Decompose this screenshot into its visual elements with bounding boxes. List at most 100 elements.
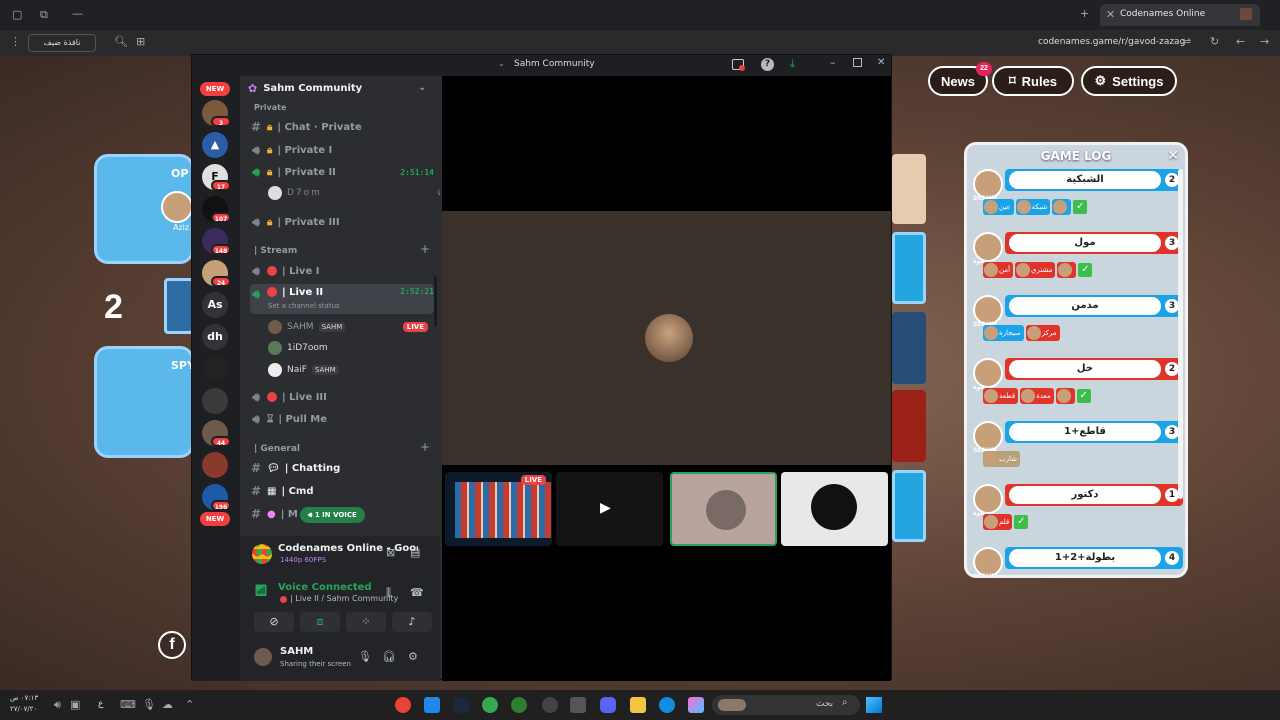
channel-chatting[interactable]: # 💬︎ | Chatting: [250, 458, 434, 478]
reload-icon[interactable]: ↻: [1210, 35, 1219, 48]
discord-taskbar-icon[interactable]: [600, 697, 616, 713]
file-explorer-icon[interactable]: [630, 697, 646, 713]
language-indicator[interactable]: ع: [98, 699, 103, 709]
settings-button[interactable]: ⚙ Settings: [1081, 66, 1177, 96]
restore-icon[interactable]: ⧉: [40, 8, 48, 22]
inbox-icon[interactable]: [732, 59, 745, 71]
category-general[interactable]: | General: [254, 444, 300, 454]
close-tab-icon[interactable]: ✕: [1106, 8, 1115, 21]
word-card-blue-2[interactable]: [892, 470, 926, 542]
browser-tab[interactable]: ✕ Codenames Online: [1100, 4, 1260, 26]
guest-window-button[interactable]: نافذة ضيف: [28, 34, 96, 52]
zoom-icon[interactable]: 🔍︎: [114, 35, 128, 48]
disconnect-icon[interactable]: ☎︎: [410, 586, 424, 599]
stop-stream-icon[interactable]: ⊠: [386, 546, 395, 559]
channel-status[interactable]: Set a channel status: [268, 302, 340, 310]
windows-start-icon[interactable]: [866, 697, 882, 713]
store-icon[interactable]: [570, 697, 586, 713]
server-menu-chevron-icon[interactable]: ⌄: [418, 82, 426, 93]
minimize-icon[interactable]: —: [72, 7, 83, 20]
edge-icon[interactable]: [659, 697, 675, 713]
stream-settings-icon[interactable]: ▤: [410, 546, 420, 559]
app-taskbar-icon-1[interactable]: [424, 697, 440, 713]
taskbar-search[interactable]: بحث ⌕: [712, 695, 860, 715]
channel-chat-private[interactable]: # 🔒︎ | Chat · Private: [250, 117, 434, 137]
chrome-taskbar-icon-2[interactable]: [482, 697, 498, 713]
tray-chevron-icon[interactable]: ⌃: [185, 698, 194, 711]
server-icon-dh[interactable]: dh: [202, 324, 228, 350]
user-tile[interactable]: [781, 472, 888, 546]
channel-cmd[interactable]: # ▦ | Cmd: [250, 481, 434, 501]
install-app-icon[interactable]: ⊞: [136, 35, 145, 48]
game-log-scrollbar[interactable]: [1178, 169, 1183, 499]
server-icon-8[interactable]: [202, 388, 228, 414]
user-settings-gear-icon[interactable]: ⚙: [408, 650, 418, 663]
in-voice-pill[interactable]: 🔊︎ 1 IN VOICE: [300, 507, 365, 523]
word-card-partial[interactable]: [164, 278, 194, 334]
close-icon[interactable]: ✕: [1167, 145, 1179, 167]
user-tile-speaking[interactable]: [670, 472, 777, 546]
settings-taskbar-icon[interactable]: [542, 697, 558, 713]
stream-tile[interactable]: LIVE: [445, 472, 552, 546]
avatar[interactable]: [254, 648, 272, 666]
server-icon-as[interactable]: As: [202, 292, 228, 318]
clock-time[interactable]: ٠٧:١٣ ص: [10, 694, 38, 702]
channel-live-3[interactable]: 🔊︎ | Live III: [250, 387, 434, 407]
add-channel-icon[interactable]: +: [420, 242, 430, 256]
news-button[interactable]: News 22: [928, 62, 992, 96]
voice-user-1id7oom[interactable]: 1iD7oom: [268, 339, 328, 357]
channel-scrollbar[interactable]: [434, 276, 437, 326]
activities-button[interactable]: ⁘: [346, 612, 386, 632]
close-window-icon[interactable]: ✕: [877, 57, 885, 68]
camera-off-button[interactable]: ⊘: [254, 612, 294, 632]
channel-private-3[interactable]: 🔊︎ 🔒︎ | Private III: [250, 212, 434, 232]
channel-private-2[interactable]: 🔊︎ 🔒︎ | Private II 2:51:14: [250, 162, 434, 182]
category-private[interactable]: Private: [254, 103, 286, 112]
copilot-icon[interactable]: [688, 697, 704, 713]
main-video[interactable]: [442, 211, 891, 465]
word-card-beige[interactable]: [892, 154, 926, 224]
window-menu-icon[interactable]: ▢: [12, 8, 22, 21]
rules-button[interactable]: ⌑ Rules: [992, 66, 1074, 96]
channel-live-1[interactable]: 🔊︎ | Live I: [250, 261, 434, 281]
spymaster-card[interactable]: SPY: [94, 346, 195, 458]
url-text[interactable]: codenames.game/r/gavod-zazag: [1038, 37, 1185, 47]
user-name[interactable]: SAHM: [280, 646, 313, 657]
cloud-icon[interactable]: ☁︎: [162, 698, 173, 711]
menu-dots-icon[interactable]: ⋮: [10, 35, 21, 48]
volume-icon[interactable]: 🔊︎: [54, 698, 61, 712]
channel-private-1[interactable]: 🔊︎ 🔒︎ | Private I: [250, 140, 434, 160]
word-card-red-1[interactable]: [892, 390, 926, 462]
mic-tray-icon[interactable]: 🎙︎: [142, 698, 156, 711]
category-stream[interactable]: | Stream: [254, 246, 297, 256]
clock-date[interactable]: ٢٧/٠٧/٢٠: [10, 705, 37, 713]
maximize-window-icon[interactable]: [853, 58, 862, 67]
operative-card-top[interactable]: OP Aziz: [94, 154, 194, 264]
word-card-dark-1[interactable]: [892, 312, 926, 384]
network-icon[interactable]: ▣: [70, 698, 80, 711]
server-icon-7[interactable]: [202, 356, 228, 382]
soundboard-button[interactable]: ♪: [392, 612, 432, 632]
chrome-taskbar-icon[interactable]: [395, 697, 411, 713]
back-icon[interactable]: ←: [1236, 35, 1245, 48]
voice-user-d7om[interactable]: D7om⊘: [268, 184, 440, 202]
share-screen-button[interactable]: ⧈: [300, 612, 340, 632]
chevron-down-icon[interactable]: ⌄: [498, 59, 505, 68]
facebook-icon[interactable]: f: [158, 631, 186, 659]
app-taskbar-icon-2[interactable]: [511, 697, 527, 713]
minimize-window-icon[interactable]: –: [830, 56, 836, 69]
new-tab-icon[interactable]: +: [1080, 7, 1089, 20]
mic-icon[interactable]: 🎙︎: [358, 650, 372, 663]
server-header[interactable]: ✿ Sahm Community: [248, 82, 362, 95]
site-settings-icon[interactable]: ⇌: [1182, 35, 1191, 48]
download-icon[interactable]: ⤓: [790, 57, 795, 71]
word-card-blue-1[interactable]: [892, 232, 926, 304]
server-icon-2[interactable]: ▲: [202, 132, 228, 158]
noise-suppression-icon[interactable]: ⫼: [386, 586, 391, 600]
help-icon[interactable]: ?: [761, 58, 774, 71]
voice-user-sahm[interactable]: SAHM SAHM LIVE: [268, 318, 428, 336]
add-channel-icon[interactable]: +: [420, 440, 430, 454]
server-icon-10[interactable]: [202, 452, 228, 478]
forward-icon[interactable]: →: [1260, 35, 1269, 48]
voice-channel[interactable]: | Live II / Sahm Community: [290, 594, 398, 603]
